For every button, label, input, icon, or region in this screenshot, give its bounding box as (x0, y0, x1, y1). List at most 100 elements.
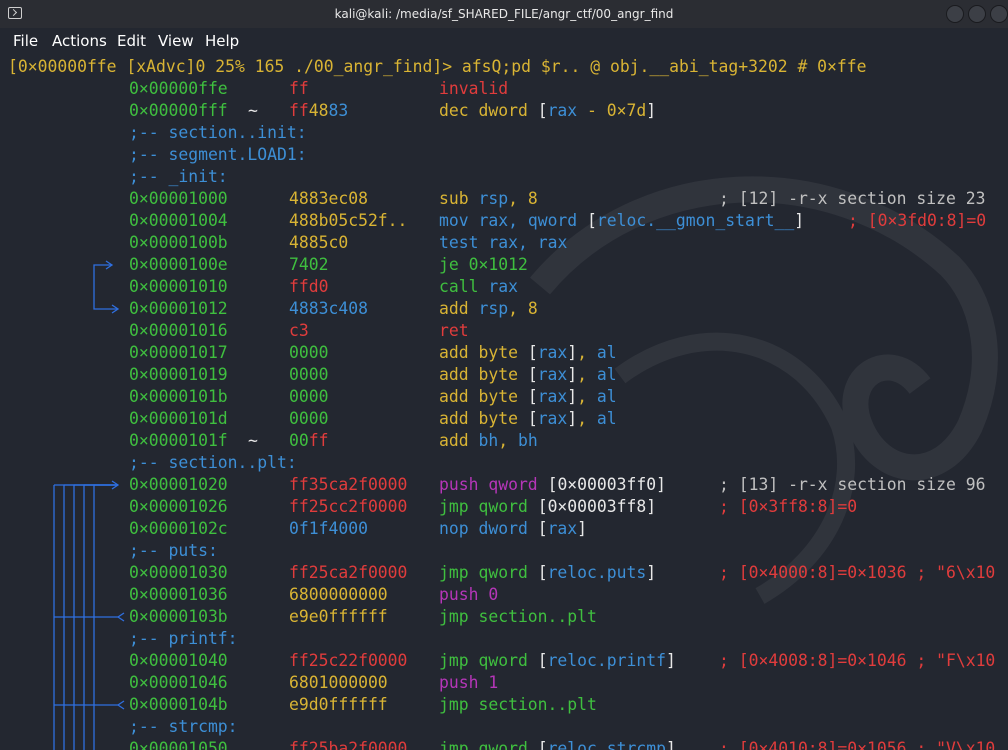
instruction-bytes: 0000 (289, 343, 329, 362)
flag-label: ;-- section..plt: (129, 453, 297, 472)
instruction-bytes: 00ff (289, 431, 329, 450)
instruction-address: 0×0000104b (129, 695, 228, 714)
terminal-output[interactable]: [0×00000ffe [xAdvc]0 25% 165 ./00_angr_f… (0, 56, 1008, 750)
instruction-address: 0×00001012 (129, 299, 228, 318)
instruction-bytes: 488b05c52f.. (289, 211, 408, 230)
jump-flow-arrows (53, 260, 125, 750)
instruction-comment: ; [12] -r-x section size 23 (719, 189, 986, 208)
instruction-bytes: 4885c0 (289, 233, 349, 252)
instruction-text: add byte [rax], al (439, 365, 617, 384)
instruction-text: jmp section..plt (439, 607, 597, 626)
instruction-bytes: 7402 (289, 255, 329, 274)
instruction-address: 0×0000101d (129, 409, 228, 428)
address-marker: ~ (248, 101, 258, 120)
instruction-address: 0×0000101b (129, 387, 228, 406)
menu-edit[interactable]: Edit (117, 32, 146, 50)
instruction-bytes: c3 (289, 321, 309, 340)
instruction-bytes: 6800000000 (289, 585, 388, 604)
instruction-bytes: ff25ca2f0000 (289, 563, 408, 582)
instruction-address: 0×00001016 (129, 321, 228, 340)
flag-label: ;-- _init: (129, 167, 228, 186)
instruction-address: 0×00000fff (129, 101, 228, 120)
prompt-text: [0×00000ffe [xAdvc]0 25% 165 ./00_angr_f… (8, 57, 867, 76)
instruction-text: push 0 (439, 585, 499, 604)
instruction-address: 0×00001017 (129, 343, 228, 362)
window-title: kali@kali: /media/sf_SHARED_FILE/angr_ct… (334, 7, 674, 21)
instruction-comment: ; [0×3ff8:8]=0 (719, 497, 858, 516)
window-titlebar: kali@kali: /media/sf_SHARED_FILE/angr_ct… (0, 0, 1008, 28)
menu-file[interactable]: File (13, 32, 38, 50)
instruction-text: jmp qword [reloc.strcmp] (439, 739, 676, 750)
menu-help[interactable]: Help (205, 32, 239, 50)
menu-bar: File Actions Edit View Help (0, 28, 1008, 54)
minimize-icon[interactable] (946, 5, 964, 23)
instruction-text: dec dword [rax - 0×7d] (439, 101, 657, 120)
instruction-address: 0×0000100e (129, 255, 228, 274)
instruction-text: add byte [rax], al (439, 409, 617, 428)
instruction-bytes: ff25c22f0000 (289, 651, 408, 670)
instruction-address: 0×0000103b (129, 607, 228, 626)
instruction-bytes: 0000 (289, 387, 329, 406)
menu-view[interactable]: View (158, 32, 194, 50)
instruction-bytes: ffd0 (289, 277, 329, 296)
instruction-bytes: ff (289, 79, 309, 98)
instruction-address: 0×00001020 (129, 475, 228, 494)
instruction-text: jmp qword [reloc.puts] (439, 563, 657, 582)
flag-label: ;-- strcmp: (129, 717, 238, 736)
instruction-address: 0×0000100b (129, 233, 228, 252)
instruction-bytes: e9e0ffffff (289, 607, 388, 626)
instruction-bytes: e9d0ffffff (289, 695, 388, 714)
instruction-bytes: 4883ec08 (289, 189, 368, 208)
instruction-address: 0×00001050 (129, 739, 228, 750)
instruction-address: 0×0000101f (129, 431, 228, 450)
jump-arrow (93, 264, 118, 310)
instruction-address: 0×00000ffe (129, 79, 228, 98)
close-icon[interactable] (990, 5, 1008, 23)
instruction-text: nop dword [rax] (439, 519, 588, 538)
instruction-text: mov rax, qword [reloc.__gmon_start__] (439, 211, 805, 230)
instruction-text: call rax (439, 277, 518, 296)
instruction-text: add byte [rax], al (439, 387, 617, 406)
instruction-text: add bh, bh (439, 431, 538, 450)
instruction-comment: ; [0×4000:8]=0×1036 ; "6\x10 (719, 563, 996, 582)
jump-arrow-head (116, 612, 125, 622)
instruction-comment: ; [13] -r-x section size 96 (719, 475, 986, 494)
instruction-address: 0×00001004 (129, 211, 228, 230)
instruction-text: push qword [0×00003ff0] (439, 475, 666, 494)
instruction-address: 0×00001019 (129, 365, 228, 384)
instruction-text: add byte [rax], al (439, 343, 617, 362)
instruction-text: ret (439, 321, 469, 340)
instruction-comment: ; [0×4010:8]=0×1056 ; "V\x10 (719, 739, 996, 750)
instruction-bytes: 0f1f4000 (289, 519, 368, 538)
instruction-text: jmp section..plt (439, 695, 597, 714)
instruction-address: 0×00001026 (129, 497, 228, 516)
address-marker: ~ (248, 431, 258, 450)
maximize-icon[interactable] (968, 5, 986, 23)
flag-label: ;-- puts: (129, 541, 218, 560)
flag-label: ;-- segment.LOAD1: (129, 145, 307, 164)
instruction-bytes: ff25cc2f0000 (289, 497, 408, 516)
instruction-bytes: ff4883 (289, 101, 349, 120)
instruction-bytes: 4883c408 (289, 299, 368, 318)
instruction-bytes: ff35ca2f0000 (289, 475, 408, 494)
instruction-bytes: 0000 (289, 409, 329, 428)
instruction-address: 0×00001046 (129, 673, 228, 692)
instruction-bytes: ff25ba2f0000 (289, 739, 408, 750)
instruction-text: je 0×1012 (439, 255, 528, 274)
jump-arrow-head (116, 700, 125, 710)
instruction-bytes: 0000 (289, 365, 329, 384)
instruction-text: push 1 (439, 673, 499, 692)
instruction-address: 0×00001036 (129, 585, 228, 604)
flag-label: ;-- printf: (129, 629, 238, 648)
flag-label: ;-- section..init: (129, 123, 307, 142)
instruction-address: 0×00001000 (129, 189, 228, 208)
instruction-text: test rax, rax (439, 233, 568, 252)
menu-actions[interactable]: Actions (52, 32, 107, 50)
instruction-address: 0×0000102c (129, 519, 228, 538)
instruction-address: 0×00001010 (129, 277, 228, 296)
instruction-text: add rsp, 8 (439, 299, 538, 318)
instruction-address: 0×00001040 (129, 651, 228, 670)
instruction-text: jmp qword [0×00003ff8] (439, 497, 657, 516)
instruction-address: 0×00001030 (129, 563, 228, 582)
instruction-text: sub rsp, 8 (439, 189, 538, 208)
